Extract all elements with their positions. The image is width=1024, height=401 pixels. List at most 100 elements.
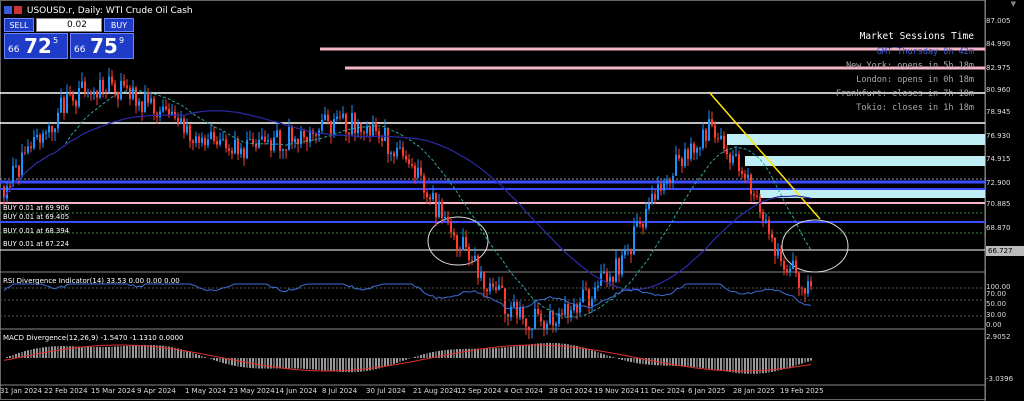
candle-body [285,149,287,151]
candle-body [429,197,431,200]
candle-body [315,133,317,136]
moving-average [3,110,812,291]
candle-body [708,118,710,141]
candle-body [564,303,566,315]
price-tick: 87.005 [986,17,1011,25]
order-label[interactable]: BUY 0.01 at 68.394 [3,227,69,235]
candle-body [639,221,641,224]
candle-body [558,313,560,324]
candle-body [303,130,305,137]
date-tick: 21 Aug 2024 [413,387,458,395]
candle-body [414,165,416,178]
candle-body [597,285,599,288]
candle-body [180,118,182,123]
candle-body [66,93,68,114]
candle-body [18,165,20,177]
one-click-trading-panel: SELL 0.02 BUY 66 72 5 66 75 9 [4,18,134,60]
rsi-level: 30.00 [986,311,1007,319]
chart-title-text: USOUSD.r, Daily: WTI Crude Oil Cash [26,6,193,16]
candle-body [291,126,293,143]
candle-body [621,255,623,275]
date-tick: 22 Feb 2024 [44,387,88,395]
candle-body [642,223,644,228]
candle-body [582,289,584,303]
candle-body [750,174,752,195]
candle-body [9,186,11,188]
candle-body [627,248,629,251]
sessions-title: Market Sessions Time [859,31,974,42]
candle-body [495,286,497,291]
candle-body [165,106,167,110]
candle-body [810,281,812,287]
sell-button[interactable]: SELL [4,18,34,32]
macd-signal-line [3,344,812,372]
candle-body [321,119,323,131]
candle-body [663,183,665,191]
candle-body [669,179,671,183]
candle-body [339,116,341,118]
trend-line [708,91,821,220]
candle-body [609,276,611,282]
candle-body [144,92,146,112]
candle-body [36,134,38,137]
candle-body [552,311,554,326]
candle-body [408,159,410,165]
candle-body [222,139,224,141]
candle-body [537,308,539,314]
date-tick: 12 Sep 2024 [457,387,502,395]
candle-body [102,79,104,92]
candle-body [711,118,713,126]
sell-price-box[interactable]: 66 72 5 [4,33,68,59]
candle-body [774,237,776,256]
market-sessions-panel: Market Sessions Time GMT Thursday 0h 42m… [836,30,974,115]
order-label[interactable]: BUY 0.01 at 67.224 [3,240,69,248]
price-tick: 70.885 [986,200,1011,208]
candle-body [624,250,626,256]
candle-body [288,126,290,150]
lot-size-input[interactable]: 0.02 [36,18,102,32]
candle-body [87,92,89,94]
order-label[interactable]: BUY 0.01 at 69.405 [3,213,69,221]
candle-body [354,113,356,134]
rsi-level: 70.00 [986,290,1007,298]
candle-body [42,133,44,143]
candle-body [513,302,515,307]
candle-body [681,158,683,167]
candle-body [225,139,227,149]
candle-body [93,91,95,95]
date-tick: 4 Oct 2024 [504,387,543,395]
chart-shift-marker[interactable]: ▼ [1011,0,1016,8]
candle-body [84,81,86,93]
session-line: New York: opens in 5h 18m [846,61,974,71]
candle-body [687,149,689,159]
candle-body [108,76,110,93]
candle-body [525,318,527,327]
candle-body [807,281,809,294]
rsi-level: 0.00 [986,321,1002,329]
candle-body [135,87,137,106]
candle-body [117,92,119,100]
candle-body [648,204,650,209]
session-line: GMT Thursday 0h 42m [876,47,974,57]
candle-body [633,226,635,255]
candle-body [384,127,386,142]
candle-body [342,113,344,118]
price-tick: 80.960 [986,86,1011,94]
candle-body [798,272,800,288]
price-tick: 82.975 [986,64,1011,72]
date-tick: 23 May 2024 [229,387,275,395]
candle-body [369,126,371,136]
candle-body [462,237,464,251]
buy-button[interactable]: BUY [104,18,134,32]
candle-body [387,127,389,154]
candle-body [231,150,233,154]
candle-body [450,221,452,233]
candle-body [534,308,536,329]
candle-body [150,98,152,103]
candle-body [693,143,695,153]
date-tick: 28 Jan 2025 [733,387,775,395]
order-label[interactable]: BUY 0.01 at 69.906 [3,204,69,212]
candle-body [21,152,23,177]
buy-price-box[interactable]: 66 75 9 [70,33,134,59]
candle-body [396,147,398,157]
